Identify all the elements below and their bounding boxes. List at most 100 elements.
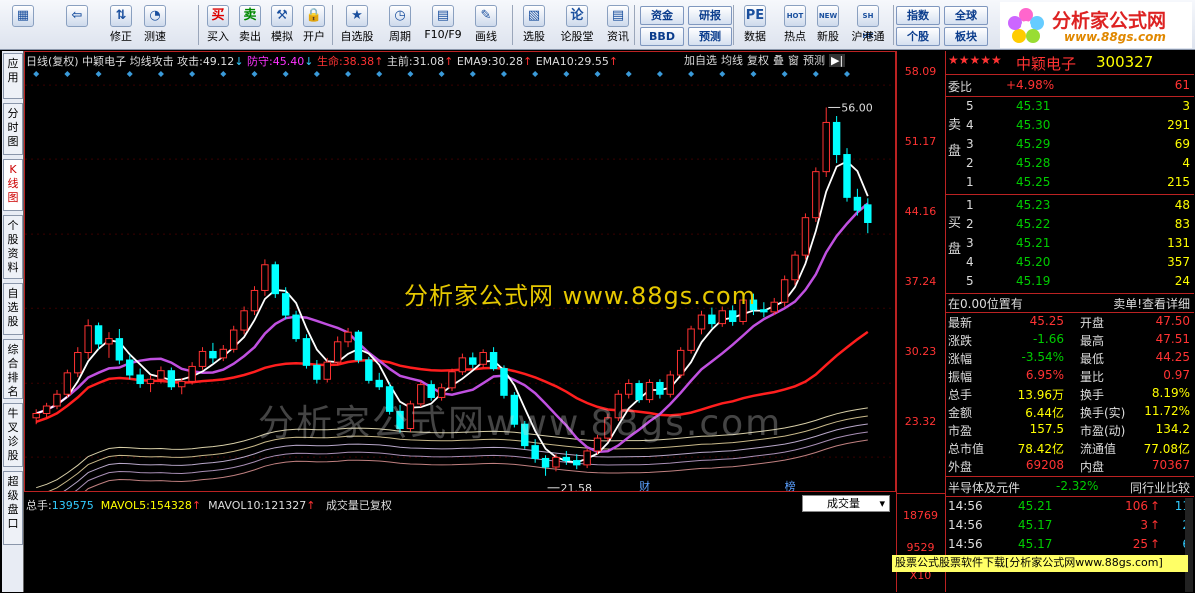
toolbar-button-14[interactable]: ▤ 资讯	[603, 3, 633, 47]
quote-row: 涨幅 -3.54% 最低 44.25	[946, 349, 1194, 367]
toolbar-small-button-6[interactable]: 个股	[896, 27, 940, 46]
toolbar-button-7[interactable]: 🔒 开户	[299, 3, 329, 47]
panel-toggle-icon[interactable]: ▶|	[829, 54, 846, 67]
stat-value: 70367	[1151, 458, 1190, 472]
ema9-label: EMA9:	[456, 55, 492, 68]
stat-label: 涨幅	[948, 352, 973, 366]
toolbar-button-15[interactable]: PE 数据	[738, 3, 772, 47]
toolbar-button-9[interactable]: ◷ 周期	[383, 3, 417, 47]
candlestick	[240, 306, 248, 335]
divider	[946, 194, 1194, 195]
chart-tool-2[interactable]: 复权	[747, 54, 769, 67]
candlestick	[489, 347, 498, 371]
sidebar-tab-6[interactable]: 牛叉诊股	[3, 403, 23, 467]
order-volume: 215	[1167, 175, 1190, 189]
toolbar-small-button-0[interactable]: 资金	[640, 6, 684, 25]
toolbar-separator	[733, 5, 734, 45]
toolbar-button-3[interactable]: ◔ 测速	[140, 3, 170, 47]
candle-body	[666, 374, 675, 395]
detail-link[interactable]: 卖单!查看详细	[1113, 295, 1190, 312]
toolbar-button-0[interactable]: ▦	[8, 3, 38, 47]
toolbar-separator	[198, 5, 199, 45]
sidebar-tab-4[interactable]: 自选股	[3, 283, 23, 335]
volume-note: 成交量已复权	[325, 499, 392, 512]
stat-value: 134.2	[1155, 422, 1190, 436]
candle-body	[333, 341, 342, 363]
toolbar-small-button-1[interactable]: 研报	[688, 6, 732, 25]
stat-value: 77.08亿	[1143, 442, 1190, 456]
attack-value: 49.12	[202, 55, 235, 68]
toolbar-button-5[interactable]: 卖卖出	[235, 3, 265, 47]
ad-banner[interactable]: 股票公式股票软件下载[分析家公式网www.88gs.com]	[892, 555, 1188, 572]
up-arrow-icon: ↑	[1149, 537, 1160, 551]
formula-name[interactable]: 均线攻击	[130, 55, 174, 68]
order-level: 4	[966, 118, 974, 132]
clock-icon: ◷	[389, 5, 411, 27]
candlestick	[63, 369, 72, 398]
toolbar-button-8[interactable]: ★ 自选股	[337, 3, 377, 47]
quote-row: 1 45.23 48	[946, 197, 1194, 215]
toolbar-small-button-2[interactable]: BBD	[640, 27, 684, 46]
toolbar-button-18[interactable]: SH HK 沪港通	[848, 3, 888, 47]
order-level: 4	[966, 255, 974, 269]
toolbar-small-button-7[interactable]: 板块	[944, 27, 988, 46]
f10-icon: ▤	[432, 5, 454, 27]
toolbar-button-6[interactable]: ⚒ 模拟	[267, 3, 297, 47]
toolbar-button-13[interactable]: 论论股堂	[557, 3, 597, 47]
chart-tool-4[interactable]: 窗	[788, 54, 799, 67]
position-label: 在0.00位置有	[948, 297, 1023, 311]
candle-body	[84, 325, 92, 354]
candle-body	[42, 405, 51, 415]
order-volume: 131	[1167, 236, 1190, 250]
toolbar-button-11[interactable]: ✎ 画线	[466, 3, 506, 47]
chevron-down-icon: ▾	[879, 497, 885, 510]
period-label[interactable]: 日线(复权)	[26, 55, 79, 68]
chart-tool-0[interactable]: 加自选	[684, 54, 717, 67]
toolbar-button-17[interactable]: NEW 新股	[813, 3, 843, 47]
candle-body	[469, 357, 477, 365]
chart-tool-1[interactable]: 均线	[721, 54, 743, 67]
quote-row: 14:5645.173↑2	[946, 517, 1194, 535]
stat-label: 市盈(动)	[1080, 424, 1126, 438]
order-volume: 24	[1174, 274, 1190, 288]
volume-indicator-select[interactable]: 成交量 ▾	[802, 495, 890, 512]
chart-tool-5[interactable]: 预测	[803, 54, 825, 67]
sector-compare-link[interactable]: 同行业比较	[1130, 479, 1190, 496]
candle-body	[261, 264, 269, 291]
sidebar-tab-3[interactable]: 个股资料	[3, 215, 23, 279]
candlestick	[365, 356, 373, 384]
toolbar-small-button-3[interactable]: 预测	[688, 27, 732, 46]
life-label: 生命:	[316, 55, 343, 68]
toolbar-button-2[interactable]: ⇅ 修正	[106, 3, 136, 47]
toolbar-button-1[interactable]: ⇦	[62, 3, 92, 47]
sidebar-tab-5[interactable]: 综合排名	[3, 339, 23, 399]
candle-body	[822, 121, 830, 173]
toolbar-button-12[interactable]: ▧ 选股	[517, 3, 551, 47]
candle-body	[687, 328, 695, 351]
candle-body	[126, 359, 134, 376]
toolbar-button-4[interactable]: 买买入	[203, 3, 233, 47]
signal-diamond-icon	[719, 71, 726, 77]
watermark-large: 分析家公式网www.88gs.com	[258, 403, 783, 444]
sidebar-tab-1[interactable]: 分时图	[3, 103, 23, 155]
toolbar-button-10[interactable]: ▤ F10/F9	[423, 3, 463, 47]
divider	[946, 74, 1194, 75]
divider	[946, 96, 1194, 97]
candle-body	[178, 380, 186, 388]
toolbar-small-button-4[interactable]: 指数	[896, 6, 940, 25]
toolbar-button-16[interactable]: HOT 热点	[778, 3, 812, 47]
sidebar-tab-7[interactable]: 超级盘口	[3, 471, 23, 545]
order-price: 45.20	[1016, 255, 1051, 269]
event-label-cai: 财	[639, 479, 650, 491]
sidebar-tab-0[interactable]: 应用	[3, 53, 23, 99]
toolbar-small-button-5[interactable]: 全球	[944, 6, 988, 25]
scrollbar[interactable]	[1185, 498, 1193, 592]
chart-tool-3[interactable]: 叠	[773, 54, 784, 67]
sidebar-tab-2[interactable]: K线图	[3, 159, 23, 211]
toolbar-button-label: 新股	[817, 30, 839, 43]
quote-row: 总市值 78.42亿 流通值 77.08亿	[946, 439, 1194, 457]
candlestick	[864, 198, 872, 234]
candle-body	[489, 352, 498, 370]
new-stock-icon: NEW	[817, 5, 839, 27]
candlestick	[760, 302, 768, 318]
